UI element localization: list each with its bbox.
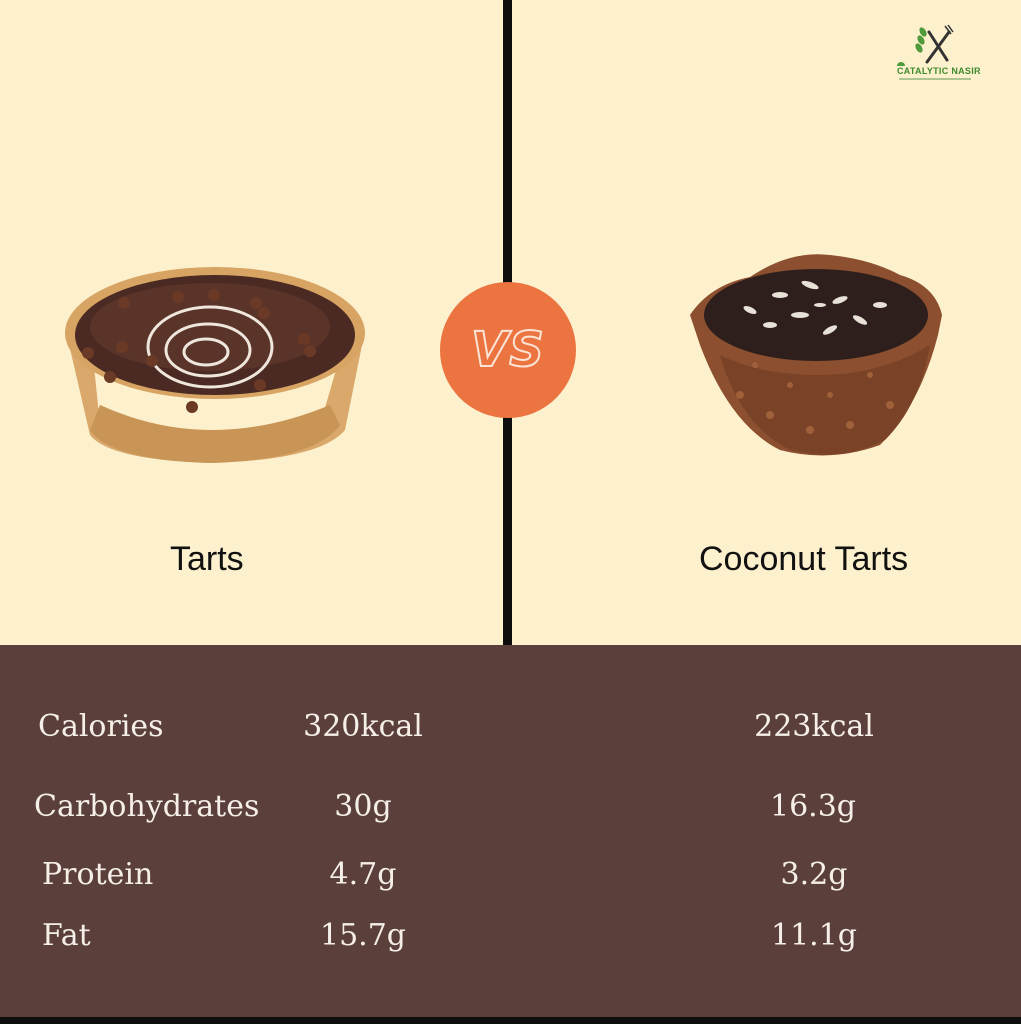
left-value-carbohydrates: 30g xyxy=(334,789,392,824)
logo-text: CATALYTIC NASIR xyxy=(897,66,981,76)
row-label-calories: Calories xyxy=(38,709,164,744)
brand-logo: CATALYTIC NASIR xyxy=(885,22,981,86)
row-label-fat: Fat xyxy=(42,918,91,953)
left-value-fat: 15.7g xyxy=(319,918,407,953)
fork-knife-icon xyxy=(897,24,954,70)
right-value-calories: 223kcal xyxy=(754,709,874,744)
row-label-protein: Protein xyxy=(42,857,154,892)
chocolate-tart-image xyxy=(65,267,365,463)
logo-tagline-line xyxy=(899,78,971,80)
right-product-name: Coconut Tarts xyxy=(699,540,909,578)
left-value-protein: 4.7g xyxy=(329,857,397,892)
row-label-carbohydrates: Carbohydrates xyxy=(34,789,260,824)
coconut-tart-image xyxy=(690,254,942,456)
nutrition-table: Calories 320kcal 223kcal Carbohydrates 3… xyxy=(0,645,1021,1017)
left-product-name: Tarts xyxy=(170,540,244,578)
right-value-fat: 11.1g xyxy=(770,918,858,953)
left-value-calories: 320kcal xyxy=(303,709,423,744)
bottom-border xyxy=(0,1017,1021,1024)
vs-badge: VS xyxy=(440,282,576,418)
right-value-carbohydrates: 16.3g xyxy=(769,789,857,824)
right-value-protein: 3.2g xyxy=(780,857,848,892)
vs-label: VS xyxy=(470,321,545,379)
